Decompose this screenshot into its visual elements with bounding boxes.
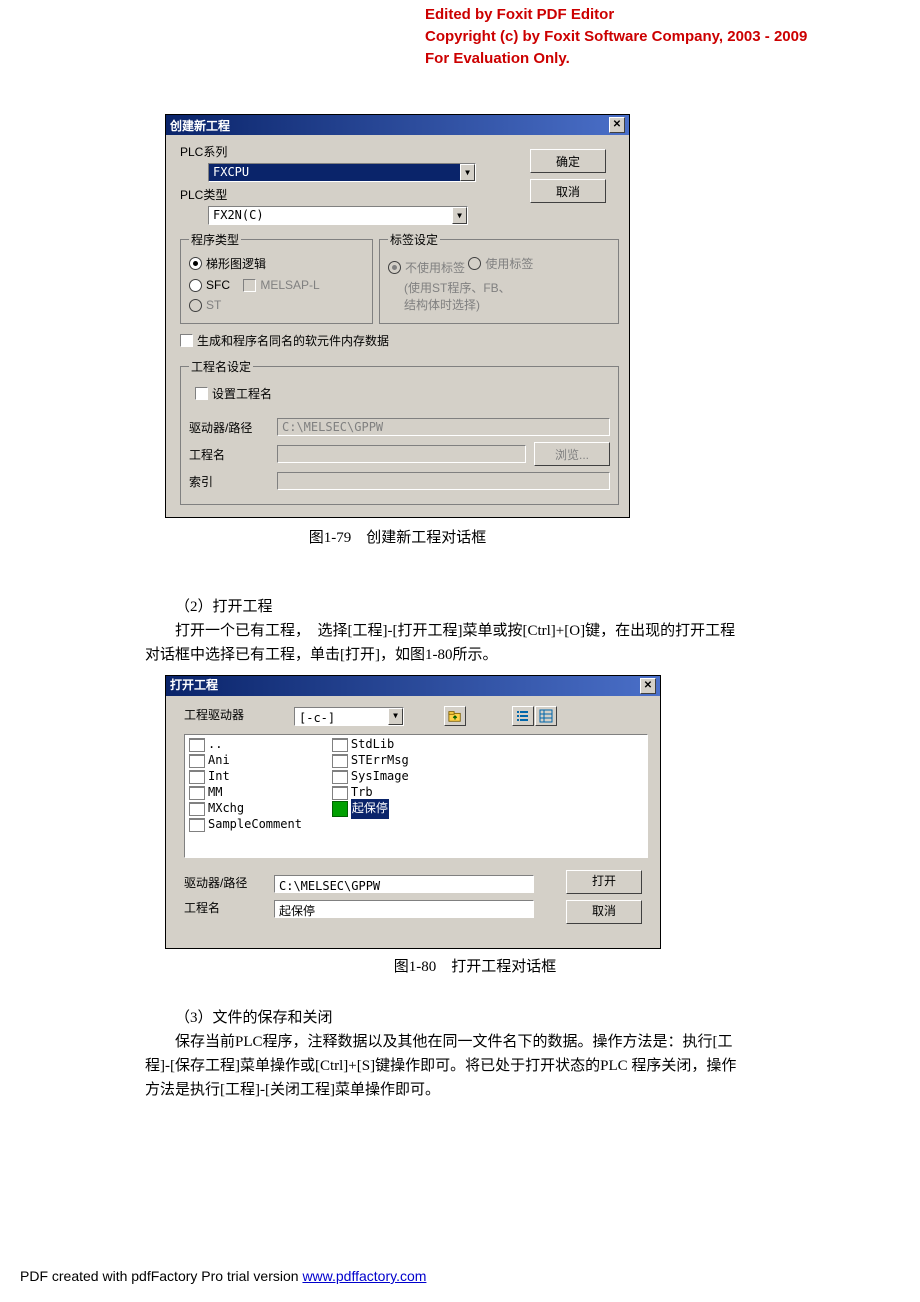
footer-text: PDF created with pdfFactory Pro trial ve… xyxy=(20,1268,302,1284)
radio-use-label: 使用标签 xyxy=(468,255,533,272)
project-name-label: 工程名 xyxy=(189,446,269,463)
d2-path-label: 驱动器/路径 xyxy=(184,874,266,893)
foxit-line2: Copyright (c) by Foxit Software Company,… xyxy=(425,26,807,48)
folder-icon xyxy=(189,786,205,800)
project-name-legend: 工程名设定 xyxy=(189,358,253,375)
folder-icon xyxy=(189,802,205,816)
folder-icon xyxy=(189,770,205,784)
plc-type-combo[interactable]: FX2N(C) ▼ xyxy=(208,206,468,225)
dialog2-title: 打开工程 xyxy=(170,676,218,695)
detail-view-button[interactable] xyxy=(535,706,557,726)
details-icon xyxy=(539,709,553,723)
d2-proj-label: 工程名 xyxy=(184,899,266,918)
plc-series-combo[interactable]: FXCPU ▼ xyxy=(208,163,476,182)
check-gen-mem[interactable]: 生成和程序名同名的软元件内存数据 xyxy=(180,332,389,349)
folder-icon xyxy=(332,770,348,784)
radio-no-label: 不使用标签 xyxy=(388,259,465,276)
plc-series-label: PLC系列 xyxy=(180,143,530,160)
create-project-dialog: 创建新工程 ✕ PLC系列 FXCPU ▼ PLC类型 FX2N(C) ▼ xyxy=(165,114,630,518)
cancel-button[interactable]: 取消 xyxy=(566,900,642,924)
sec3-line1: 保存当前PLC程序，注释数据以及其他在同一文件名下的数据。操作方法是：执行[工 xyxy=(145,1030,785,1054)
browse-button: 浏览... xyxy=(534,442,610,466)
folder-icon xyxy=(332,786,348,800)
open-project-dialog: 打开工程 ✕ 工程驱动器 [-c-] ▼ xyxy=(165,675,661,949)
list-item[interactable]: Int xyxy=(189,769,302,785)
program-type-legend: 程序类型 xyxy=(189,231,241,248)
index-label: 索引 xyxy=(189,473,269,490)
footer-link[interactable]: www.pdffactory.com xyxy=(302,1268,426,1284)
list-view-button[interactable] xyxy=(512,706,534,726)
list-item[interactable]: SampleComment xyxy=(189,817,302,833)
open-button[interactable]: 打开 xyxy=(566,870,642,894)
foxit-line1: Edited by Foxit PDF Editor xyxy=(425,4,807,26)
project-drive-value: [-c-] xyxy=(295,708,388,725)
ok-button[interactable]: 确定 xyxy=(530,149,606,173)
folder-icon xyxy=(189,738,205,752)
project-name-group: 工程名设定 设置工程名 驱动器/路径 C:\MELSEC\GPPW 工程名 浏览… xyxy=(180,358,619,505)
d2-proj-input[interactable]: 起保停 xyxy=(274,900,534,918)
project-drive-combo[interactable]: [-c-] ▼ xyxy=(294,707,404,726)
folder-icon xyxy=(332,754,348,768)
index-input xyxy=(277,472,610,490)
plc-type-value: FX2N(C) xyxy=(209,207,452,224)
radio-sfc[interactable]: SFC xyxy=(189,278,230,292)
folder-icon xyxy=(332,738,348,752)
plc-series-value: FXCPU xyxy=(209,164,460,181)
list-item[interactable]: .. xyxy=(189,737,302,753)
folder-up-button[interactable] xyxy=(444,706,466,726)
close-icon[interactable]: ✕ xyxy=(609,117,625,133)
plc-type-label: PLC类型 xyxy=(180,186,530,203)
list-item[interactable]: MM xyxy=(189,785,302,801)
pdf-footer: PDF created with pdfFactory Pro trial ve… xyxy=(20,1268,426,1284)
file-list[interactable]: .. Ani Int MM MXchg SampleComment StdLib… xyxy=(184,734,648,858)
radio-ladder[interactable]: 梯形图逻辑 xyxy=(189,255,266,272)
dialog1-title: 创建新工程 xyxy=(170,117,230,134)
sec2-heading: （2）打开工程 xyxy=(145,595,785,619)
figure-1-79-caption: 图1-79 创建新工程对话框 xyxy=(165,526,630,547)
cancel-button[interactable]: 取消 xyxy=(530,179,606,203)
folder-icon xyxy=(189,754,205,768)
label-setting-legend: 标签设定 xyxy=(388,231,440,248)
label-hint2: 结构体时选择) xyxy=(404,296,610,313)
list-item-selected[interactable]: 起保停 xyxy=(332,801,409,817)
project-icon xyxy=(332,801,348,817)
folder-up-icon xyxy=(448,709,462,723)
dialog2-titlebar: 打开工程 ✕ xyxy=(166,676,660,696)
sec2-line1: 打开一个已有工程， 选择[工程]-[打开工程]菜单或按[Ctrl]+[O]键，在… xyxy=(145,619,785,643)
chevron-down-icon[interactable]: ▼ xyxy=(388,708,403,725)
list-item[interactable]: Ani xyxy=(189,753,302,769)
foxit-watermark: Edited by Foxit PDF Editor Copyright (c)… xyxy=(425,4,807,69)
close-icon[interactable]: ✕ xyxy=(640,678,656,694)
sec3-heading: （3）文件的保存和关闭 xyxy=(145,1006,785,1030)
d2-path-input[interactable]: C:\MELSEC\GPPW xyxy=(274,875,534,893)
check-set-project-name[interactable]: 设置工程名 xyxy=(195,385,272,402)
drive-path-input: C:\MELSEC\GPPW xyxy=(277,418,610,436)
project-drive-label: 工程驱动器 xyxy=(184,706,284,725)
folder-icon xyxy=(189,818,205,832)
sec3-line2: 程]-[保存工程]菜单操作或[Ctrl]+[S]键操作即可。将已处于打开状态的P… xyxy=(145,1054,785,1078)
check-melsap: MELSAP-L xyxy=(243,278,319,292)
sec2-line2: 对话框中选择已有工程，单击[打开]，如图1-80所示。 xyxy=(145,643,785,667)
program-type-group: 程序类型 梯形图逻辑 SFC MELSAP-L ST xyxy=(180,231,373,324)
radio-st: ST xyxy=(189,298,221,312)
label-hint1: (使用ST程序、FB、 xyxy=(404,279,610,296)
dialog1-titlebar: 创建新工程 ✕ xyxy=(166,115,629,135)
sec3-line3: 方法是执行[工程]-[关闭工程]菜单操作即可。 xyxy=(145,1078,785,1102)
drive-path-label: 驱动器/路径 xyxy=(189,419,269,436)
chevron-down-icon[interactable]: ▼ xyxy=(460,164,475,181)
list-icon xyxy=(516,709,530,723)
chevron-down-icon[interactable]: ▼ xyxy=(452,207,467,224)
foxit-line3: For Evaluation Only. xyxy=(425,48,807,70)
figure-1-80-caption: 图1-80 打开工程对话框 xyxy=(165,955,785,979)
label-setting-group: 标签设定 不使用标签 使用标签 (使用ST程序、FB、 结构体时选择) xyxy=(379,231,619,324)
project-name-input xyxy=(277,445,526,463)
